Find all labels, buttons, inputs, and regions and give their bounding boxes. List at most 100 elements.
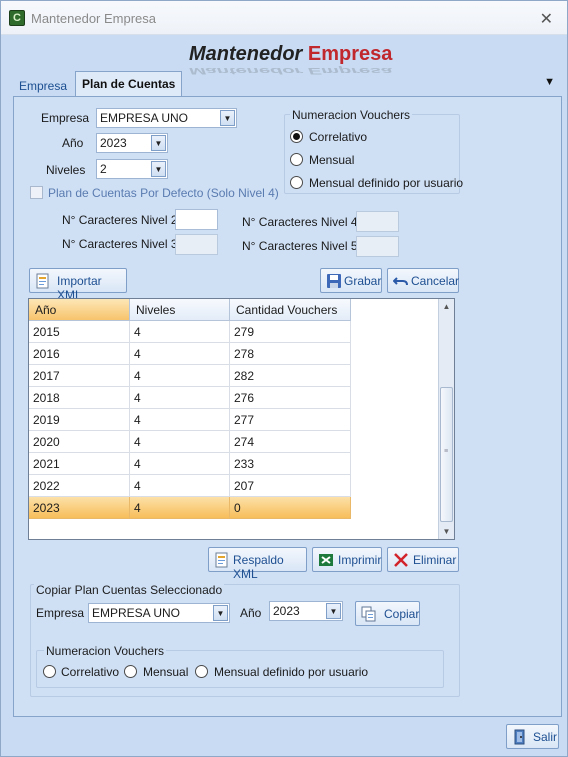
radio-mensual[interactable]: [290, 153, 303, 166]
copiar-empresa-combo[interactable]: EMPRESA UNO ▼: [88, 603, 230, 623]
column-header-niveles[interactable]: Niveles: [130, 299, 230, 321]
salir-button[interactable]: Salir: [506, 724, 559, 749]
chevron-down-icon[interactable]: ▼: [213, 605, 228, 621]
cell-anio: 2020: [29, 431, 130, 453]
scroll-grip-icon: ≡: [444, 448, 449, 455]
window-title: Mantenedor Empresa: [31, 11, 157, 26]
cell-niveles: 4: [130, 409, 230, 431]
column-header-anio[interactable]: Año: [29, 299, 130, 321]
table-row[interactable]: 2017 4 282: [29, 365, 351, 387]
niveles-combo-value: 2: [100, 162, 107, 176]
copiar-radio-correlativo[interactable]: [43, 665, 56, 678]
cell-cantidad: 279: [230, 321, 351, 343]
scroll-down-icon[interactable]: ▼: [439, 524, 454, 539]
grabar-button[interactable]: Grabar: [320, 268, 382, 293]
copiar-radio-mensual-label: Mensual: [143, 665, 189, 679]
copiar-button[interactable]: Copiar: [355, 601, 420, 626]
column-header-cantidad[interactable]: Cantidad Vouchers: [230, 299, 351, 321]
defecto-checkbox[interactable]: [30, 186, 43, 199]
tab-strip: Empresa Plan de Cuentas ▼: [13, 71, 561, 97]
undo-icon: [393, 277, 408, 286]
chevron-down-icon[interactable]: ▼: [151, 135, 166, 151]
banner-word2: Empresa: [307, 43, 393, 65]
anio-label: Año: [62, 136, 84, 150]
radio-mensual-usuario-label: Mensual definido por usuario: [309, 176, 464, 190]
cell-niveles: 4: [130, 321, 230, 343]
scroll-up-icon[interactable]: ▲: [439, 299, 454, 314]
app-icon: C: [9, 10, 25, 26]
nivel4-input[interactable]: [356, 211, 399, 232]
copiar-numeracion-title: Numeracion Vouchers: [44, 644, 167, 658]
copiar-radio-mensual-usuario-label: Mensual definido por usuario: [214, 665, 369, 679]
cell-anio: 2017: [29, 365, 130, 387]
cancelar-label: Cancelar: [411, 274, 460, 288]
table-row[interactable]: 2021 4 233: [29, 453, 351, 475]
copiar-title: Copiar Plan Cuentas Seleccionado: [34, 583, 225, 597]
niveles-label: Niveles: [46, 163, 86, 177]
cell-anio: 2016: [29, 343, 130, 365]
empresa-combo[interactable]: EMPRESA UNO ▼: [96, 108, 237, 128]
cancelar-button[interactable]: Cancelar: [387, 268, 459, 293]
cell-anio: 2023: [29, 497, 130, 519]
banner-title: Mantenedor Empresa: [189, 43, 392, 66]
cell-anio: 2021: [29, 453, 130, 475]
cell-niveles: 4: [130, 365, 230, 387]
import-xml-icon: [36, 273, 49, 289]
nivel3-input[interactable]: [175, 234, 218, 255]
main-window: C Mantenedor Empresa ✕ Mantenedor Empres…: [0, 0, 568, 757]
cell-cantidad: 0: [230, 497, 351, 519]
grid-header: Año Niveles Cantidad Vouchers: [29, 299, 351, 321]
delete-x-icon: [394, 553, 408, 567]
tab-empresa[interactable]: Empresa: [13, 75, 73, 97]
copiar-anio-combo[interactable]: 2023 ▼: [269, 601, 343, 621]
nivel2-input[interactable]: [175, 209, 218, 230]
cell-cantidad: 276: [230, 387, 351, 409]
table-row[interactable]: 2018 4 276: [29, 387, 351, 409]
table-row[interactable]: 2016 4 278: [29, 343, 351, 365]
defecto-label: Plan de Cuentas Por Defecto (Solo Nivel …: [48, 186, 279, 200]
scroll-thumb[interactable]: ≡: [440, 387, 453, 522]
table-row[interactable]: 2023 4 0: [29, 497, 351, 519]
nivel2-label: N° Caracteres Nivel 2: [62, 213, 178, 227]
plan-cuentas-grid[interactable]: Año Niveles Cantidad Vouchers 2015 4 279 20…: [28, 298, 455, 540]
cell-anio: 2015: [29, 321, 130, 343]
copiar-anio-value: 2023: [273, 604, 300, 618]
backup-xml-icon: [215, 552, 228, 568]
excel-icon: [319, 554, 333, 566]
radio-mensual-usuario[interactable]: [290, 176, 303, 189]
table-row[interactable]: 2022 4 207: [29, 475, 351, 497]
nivel3-label: N° Caracteres Nivel 3: [62, 237, 178, 251]
table-row[interactable]: 2015 4 279: [29, 321, 351, 343]
copiar-radio-mensual[interactable]: [124, 665, 137, 678]
cell-anio: 2018: [29, 387, 130, 409]
copiar-empresa-label: Empresa: [36, 606, 85, 620]
close-button[interactable]: ✕: [540, 9, 553, 29]
cell-niveles: 4: [130, 475, 230, 497]
anio-combo[interactable]: 2023 ▼: [96, 133, 168, 153]
cell-niveles: 4: [130, 387, 230, 409]
radio-correlativo[interactable]: [290, 130, 303, 143]
exit-door-icon: [514, 729, 525, 745]
grid-vertical-scrollbar[interactable]: ▲ ≡ ▼: [438, 299, 454, 539]
eliminar-button[interactable]: Eliminar: [387, 547, 459, 572]
chevron-down-icon[interactable]: ▼: [151, 161, 166, 177]
table-row[interactable]: 2020 4 274: [29, 431, 351, 453]
imprimir-button[interactable]: Imprimir: [312, 547, 382, 572]
cell-cantidad: 278: [230, 343, 351, 365]
cell-cantidad: 274: [230, 431, 351, 453]
respaldo-xml-button[interactable]: Respaldo XML: [208, 547, 307, 581]
banner-word1: Mantenedor: [189, 43, 303, 65]
table-row[interactable]: 2019 4 277: [29, 409, 351, 431]
chevron-down-icon[interactable]: ▼: [326, 603, 341, 619]
tab-dropdown-icon[interactable]: ▼: [544, 76, 555, 88]
copiar-radio-correlativo-label: Correlativo: [61, 665, 120, 679]
cell-cantidad: 277: [230, 409, 351, 431]
chevron-down-icon[interactable]: ▼: [220, 110, 235, 126]
anio-combo-value: 2023: [100, 136, 127, 150]
importar-xml-button[interactable]: Importar XML: [29, 268, 127, 302]
copiar-radio-mensual-usuario[interactable]: [195, 665, 208, 678]
nivel5-input[interactable]: [356, 236, 399, 257]
tab-plan-de-cuentas[interactable]: Plan de Cuentas: [75, 71, 183, 97]
niveles-combo[interactable]: 2 ▼: [96, 159, 168, 179]
title-bar: C Mantenedor Empresa ✕: [1, 1, 567, 35]
